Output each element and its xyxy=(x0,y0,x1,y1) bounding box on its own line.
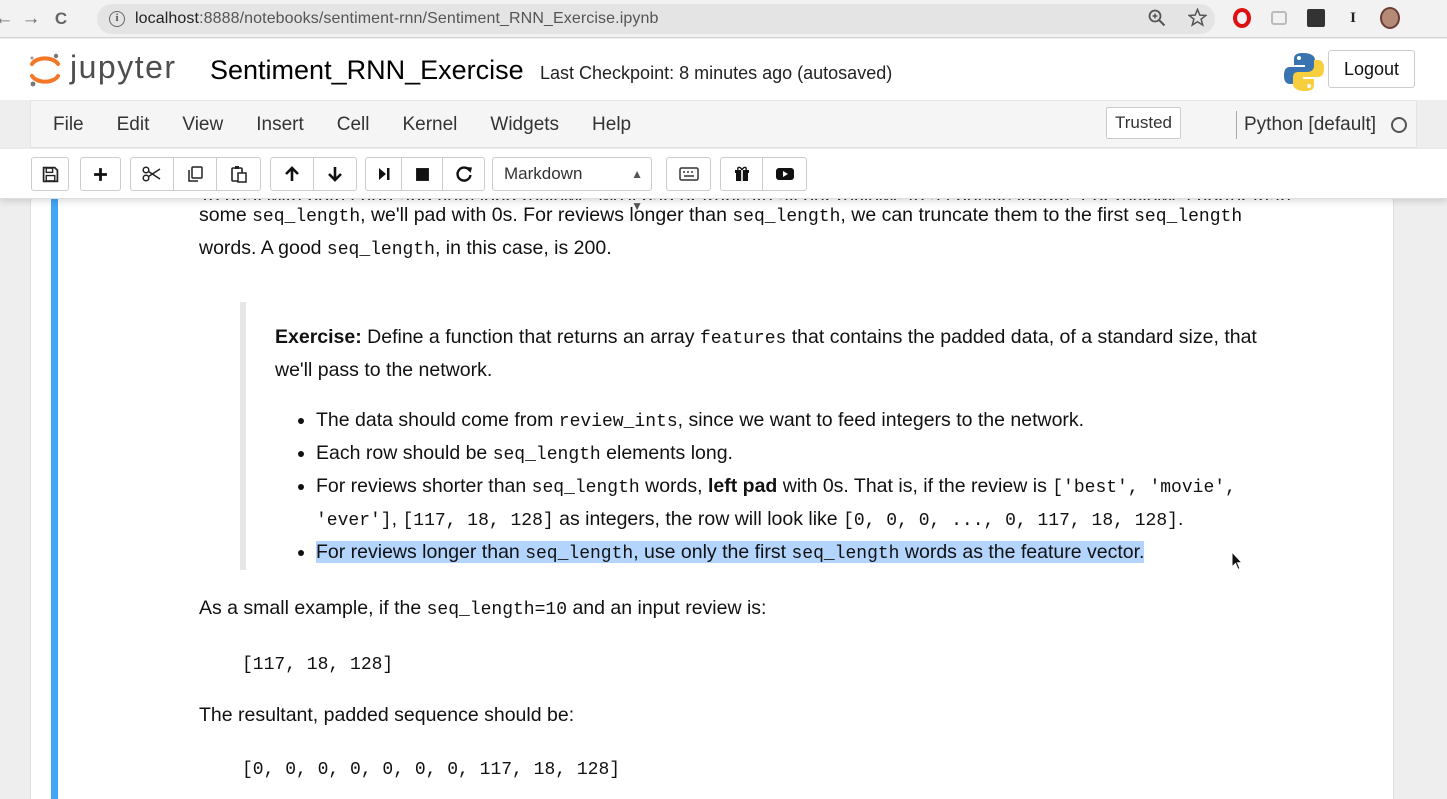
intro-line-2: words. A good seq_length, in this case, … xyxy=(199,237,612,260)
exercise-text: Exercise: Define a function that returns… xyxy=(275,326,1257,381)
copy-icon xyxy=(188,166,203,182)
run-button[interactable] xyxy=(365,157,402,191)
url-text[interactable]: localhost:8888/notebooks/sentiment-rnn/S… xyxy=(135,10,658,28)
jupyter-wordmark[interactable]: jupyter xyxy=(70,49,177,86)
opera-extension-icon[interactable] xyxy=(1232,8,1252,28)
paste-icon xyxy=(230,166,247,183)
keyboard-icon xyxy=(678,167,699,181)
forward-button[interactable]: → xyxy=(16,8,46,30)
cell-type-select[interactable]: Markdown ▲ ▼ xyxy=(492,157,652,213)
notebook-toolbar: Markdown ▲ ▼ xyxy=(0,149,1447,213)
trusted-indicator[interactable]: Trusted xyxy=(1106,107,1182,139)
zoom-icon[interactable] xyxy=(1148,9,1166,32)
save-icon xyxy=(42,166,58,182)
avatar[interactable] xyxy=(1380,7,1400,29)
copy-button[interactable] xyxy=(173,157,217,191)
menu-kernel[interactable]: Kernel xyxy=(402,114,457,136)
select-caret-icon: ▲ ▼ xyxy=(631,167,643,213)
paste-button[interactable] xyxy=(216,157,261,191)
arrow-down-icon xyxy=(328,167,342,182)
exercise-blockquote: Exercise: Define a function that returns… xyxy=(240,302,1369,570)
python-logo-icon xyxy=(1284,53,1324,91)
restart-button[interactable] xyxy=(442,157,485,191)
menu-widgets[interactable]: Widgets xyxy=(490,114,559,136)
menu-cell[interactable]: Cell xyxy=(337,114,370,136)
jupyter-header: jupyter Sentiment_RNN_Exercise Last Chec… xyxy=(0,39,1447,100)
gift-icon xyxy=(734,166,749,181)
selected-cell-indicator xyxy=(51,199,58,799)
example-output-code: [0, 0, 0, 0, 0, 0, 0, 117, 18, 128] xyxy=(242,760,621,780)
logout-button[interactable]: Logout xyxy=(1328,50,1415,88)
youtube-icon xyxy=(775,168,794,180)
move-down-button[interactable] xyxy=(313,157,357,191)
menu-file[interactable]: File xyxy=(53,114,84,136)
star-icon[interactable] xyxy=(1187,7,1208,32)
example-text: As a small example, if the seq_length=10… xyxy=(199,597,767,620)
menu-insert[interactable]: Insert xyxy=(256,114,304,136)
kernel-divider xyxy=(1236,111,1237,139)
notebook-name[interactable]: Sentiment_RNN_Exercise xyxy=(210,55,524,86)
plus-icon xyxy=(94,167,107,181)
list-item-highlighted: For reviews longer than seq_length, use … xyxy=(316,537,1369,570)
insert-cell-button[interactable] xyxy=(80,157,121,191)
arrow-up-icon xyxy=(285,166,299,181)
cut-button[interactable] xyxy=(130,157,174,191)
extension-icon[interactable] xyxy=(1269,8,1289,28)
mouse-cursor-icon xyxy=(1231,551,1243,571)
video-button[interactable] xyxy=(762,157,807,191)
back-button[interactable]: ← xyxy=(0,8,16,30)
jupyter-logo-icon[interactable] xyxy=(28,53,62,87)
exercise-list: The data should come from review_ints, s… xyxy=(316,403,1369,570)
example-input-code: [117, 18, 128] xyxy=(242,655,394,675)
cut-icon xyxy=(142,166,161,182)
extension-button[interactable] xyxy=(720,157,763,191)
address-bar[interactable]: i localhost:8888/notebooks/sentiment-rnn… xyxy=(97,4,1215,34)
checkpoint-status: Last Checkpoint: 8 minutes ago (autosave… xyxy=(540,63,893,83)
menu-view[interactable]: View xyxy=(182,114,223,136)
move-up-button[interactable] xyxy=(270,157,314,191)
kernel-name[interactable]: Python [default] xyxy=(1244,114,1376,136)
save-button[interactable] xyxy=(31,157,69,191)
selected-text[interactable]: For reviews longer than seq_length, use … xyxy=(316,541,1145,564)
info-icon[interactable]: i xyxy=(109,11,125,27)
i-extension-icon[interactable]: I xyxy=(1343,8,1363,28)
intro-line-1: some seq_length, we'll pad with 0s. For … xyxy=(199,204,1243,227)
menu-help[interactable]: Help xyxy=(592,114,631,136)
list-item: The data should come from review_ints, s… xyxy=(316,405,1369,438)
stop-icon xyxy=(415,167,429,181)
restart-icon xyxy=(455,166,472,182)
reload-button[interactable]: C xyxy=(46,9,76,29)
kernel-status-icon xyxy=(1391,117,1407,133)
result-text: The resultant, padded sequence should be… xyxy=(199,704,575,726)
menu-edit[interactable]: Edit xyxy=(117,114,150,136)
menubar: File Edit View Insert Cell Kernel Widget… xyxy=(30,100,1417,148)
notebook-area: To deal with both short and very long re… xyxy=(0,190,1447,799)
browser-toolbar: ← → C i localhost:8888/notebooks/sentime… xyxy=(0,0,1447,38)
list-item: Each row should be seq_length elements l… xyxy=(316,438,1369,471)
list-item: For reviews shorter than seq_length word… xyxy=(316,471,1291,537)
command-palette-button[interactable] xyxy=(666,157,711,191)
interrupt-button[interactable] xyxy=(401,157,443,191)
photo-extension-icon[interactable] xyxy=(1306,8,1326,28)
run-icon xyxy=(378,168,389,180)
markdown-cell[interactable]: To deal with both short and very long re… xyxy=(199,186,1369,786)
